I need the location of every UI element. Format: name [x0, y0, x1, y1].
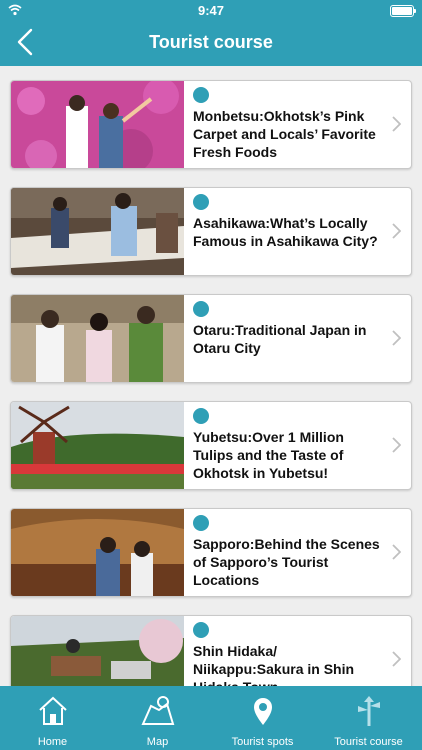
course-card-asahikawa[interactable]: Asahikawa:What’s Locally Famous in Asahi…	[10, 187, 412, 276]
course-card-yubetsu[interactable]: Yubetsu:Over 1 Million Tulips and the Ta…	[10, 401, 412, 490]
tab-tourist-spots[interactable]: Tourist spots	[210, 686, 315, 750]
course-title: Yubetsu:Over 1 Million Tulips and the Ta…	[193, 429, 344, 481]
chevron-right-icon	[392, 544, 401, 560]
course-title: Monbetsu:Okhotsk’s Pink Carpet and Local…	[193, 108, 376, 160]
page-title: Tourist course	[149, 32, 273, 52]
category-dot	[193, 194, 209, 210]
course-thumbnail	[11, 402, 184, 489]
header-bar: 9:47 Tourist course	[0, 0, 422, 66]
tab-label: Tourist spots	[231, 736, 294, 748]
course-title: Sapporo:Behind the Scenes of Sapporo’s T…	[193, 536, 380, 588]
course-thumbnail	[11, 509, 184, 596]
course-thumbnail	[11, 81, 184, 168]
chevron-right-icon	[392, 116, 401, 132]
chevron-right-icon	[392, 223, 401, 239]
chevron-right-icon	[392, 651, 401, 667]
category-dot	[193, 408, 209, 424]
category-dot	[193, 301, 209, 317]
map-icon	[140, 696, 174, 725]
signpost-icon	[357, 696, 380, 726]
course-card-monbetsu[interactable]: Monbetsu:Okhotsk’s Pink Carpet and Local…	[10, 80, 412, 169]
course-card-sapporo[interactable]: Sapporo:Behind the Scenes of Sapporo’s T…	[10, 508, 412, 597]
course-title: Shin Hidaka/ Niikappu:Sakura in Shin Hid…	[193, 643, 355, 686]
course-title: Asahikawa:What’s Locally Famous in Asahi…	[193, 215, 378, 249]
chevron-right-icon	[392, 437, 401, 453]
status-bar: 9:47	[0, 0, 422, 20]
tab-label: Map	[146, 736, 169, 748]
status-time: 9:47	[197, 3, 225, 18]
tab-home[interactable]: Home	[0, 686, 105, 750]
tab-label: Home	[37, 736, 68, 748]
location-pin-icon	[253, 698, 272, 725]
tab-tourist-course[interactable]: Tourist course	[315, 686, 422, 750]
tab-bar: Home Map Tourist spots Tourist course	[0, 686, 422, 750]
course-card-otaru[interactable]: Otaru:Traditional Japan in Otaru City	[10, 294, 412, 383]
course-title: Otaru:Traditional Japan in Otaru City	[193, 322, 367, 356]
chevron-right-icon	[392, 330, 401, 346]
battery-icon	[390, 5, 416, 17]
category-dot	[193, 515, 209, 531]
course-thumbnail	[11, 616, 184, 686]
course-thumbnail	[11, 188, 184, 275]
course-thumbnail	[11, 295, 184, 382]
course-card-shin-hidaka[interactable]: Shin Hidaka/ Niikappu:Sakura in Shin Hid…	[10, 615, 412, 686]
category-dot	[193, 87, 209, 103]
tab-map[interactable]: Map	[105, 686, 210, 750]
home-icon	[38, 696, 67, 725]
course-list[interactable]: Monbetsu:Okhotsk’s Pink Carpet and Local…	[0, 66, 422, 686]
tab-label: Tourist course	[334, 736, 403, 748]
category-dot	[193, 622, 209, 638]
